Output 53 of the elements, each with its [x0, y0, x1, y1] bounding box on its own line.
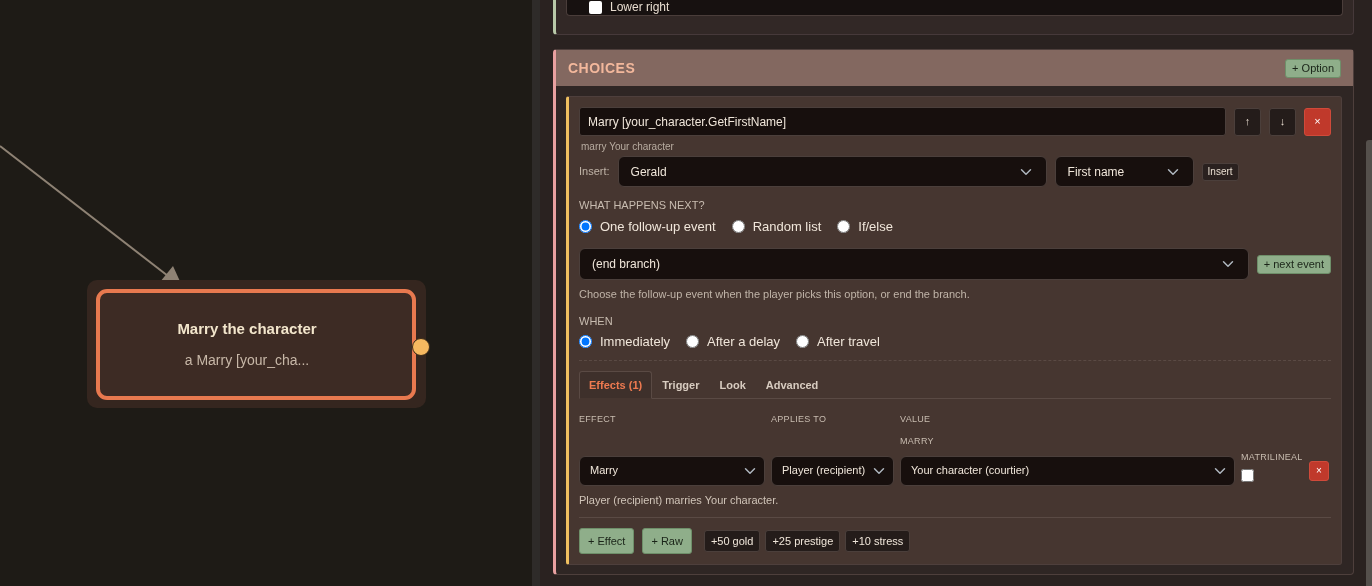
move-button[interactable]: ↑ — [1234, 107, 1261, 136]
preset-button[interactable]: +10 stress — [845, 530, 911, 552]
radio-label: Immediately — [600, 333, 671, 351]
field-label: MATRILINEAL — [1241, 451, 1303, 464]
option-text-field[interactable]: Marry [your_character.GetFirstName] — [579, 107, 1226, 136]
help-text: Choose the follow-up event when the player picks this option, or end the branch. — [579, 287, 971, 302]
move-button[interactable]: ↓ — [1269, 107, 1296, 136]
preset-button[interactable]: +50 gold — [703, 530, 761, 552]
tab[interactable]: Advanced — [755, 370, 829, 399]
character-select[interactable]: Gerald — [617, 156, 1047, 187]
radio-label: One follow-up event — [600, 217, 716, 236]
add-button[interactable]: + Raw — [642, 528, 692, 554]
column-header: VALUE — [900, 413, 932, 426]
checkbox[interactable] — [589, 1, 602, 14]
column-header: APPLIES TO — [771, 413, 828, 426]
add-button[interactable]: + Effect — [579, 528, 635, 554]
add-option-button[interactable]: + Option — [1285, 58, 1341, 78]
radio-label: After a delay — [707, 333, 781, 351]
section-heading: WHAT HAPPENS NEXT? — [579, 198, 706, 213]
tab[interactable]: Effects (1) — [579, 370, 653, 399]
name-part-select[interactable]: First name — [1054, 156, 1194, 187]
field-label: MARRY — [900, 434, 935, 448]
radio-button[interactable] — [731, 219, 745, 233]
preset-button[interactable]: +25 prestige — [765, 530, 841, 552]
section-heading: WHEN — [579, 313, 614, 329]
target-select[interactable]: Player (recipient) — [771, 455, 894, 486]
checkbox[interactable] — [1241, 468, 1254, 482]
node-subtitle: a Marry [your_cha... — [184, 350, 310, 370]
radio-button[interactable] — [796, 335, 810, 349]
delete-button[interactable]: × — [1309, 460, 1329, 481]
delete-button[interactable]: × — [1304, 107, 1331, 136]
next-event-button[interactable]: + next event — [1256, 254, 1331, 274]
radio-button[interactable] — [579, 335, 592, 349]
radio-button[interactable] — [837, 219, 851, 233]
section-title: CHOICES — [568, 58, 636, 78]
option-hint: marry Your character — [581, 140, 675, 154]
radio-label: After travel — [817, 333, 880, 351]
option-label: Lower right — [610, 0, 670, 14]
next-event-select[interactable]: (end branch) — [579, 248, 1249, 280]
effect-summary: Player (recipient) marries Your character. — [579, 492, 780, 508]
radio-button[interactable] — [579, 219, 592, 233]
node-title: Marry the character — [177, 319, 317, 340]
event-node[interactable]: Marry the character a Marry [your_cha... — [96, 289, 416, 400]
radio-button[interactable] — [686, 335, 700, 349]
radio-label: Random list — [752, 217, 822, 236]
column-header: EFFECT — [579, 413, 617, 426]
value-select[interactable]: Your character (courtier) — [900, 455, 1235, 486]
insert-label: Insert: — [579, 164, 610, 180]
insert-button[interactable]: Insert — [1201, 162, 1239, 181]
tab[interactable]: Trigger — [652, 370, 710, 399]
radio-label: If/else — [858, 217, 893, 236]
effect-select[interactable]: Marry — [579, 455, 765, 486]
tab[interactable]: Look — [709, 370, 756, 399]
